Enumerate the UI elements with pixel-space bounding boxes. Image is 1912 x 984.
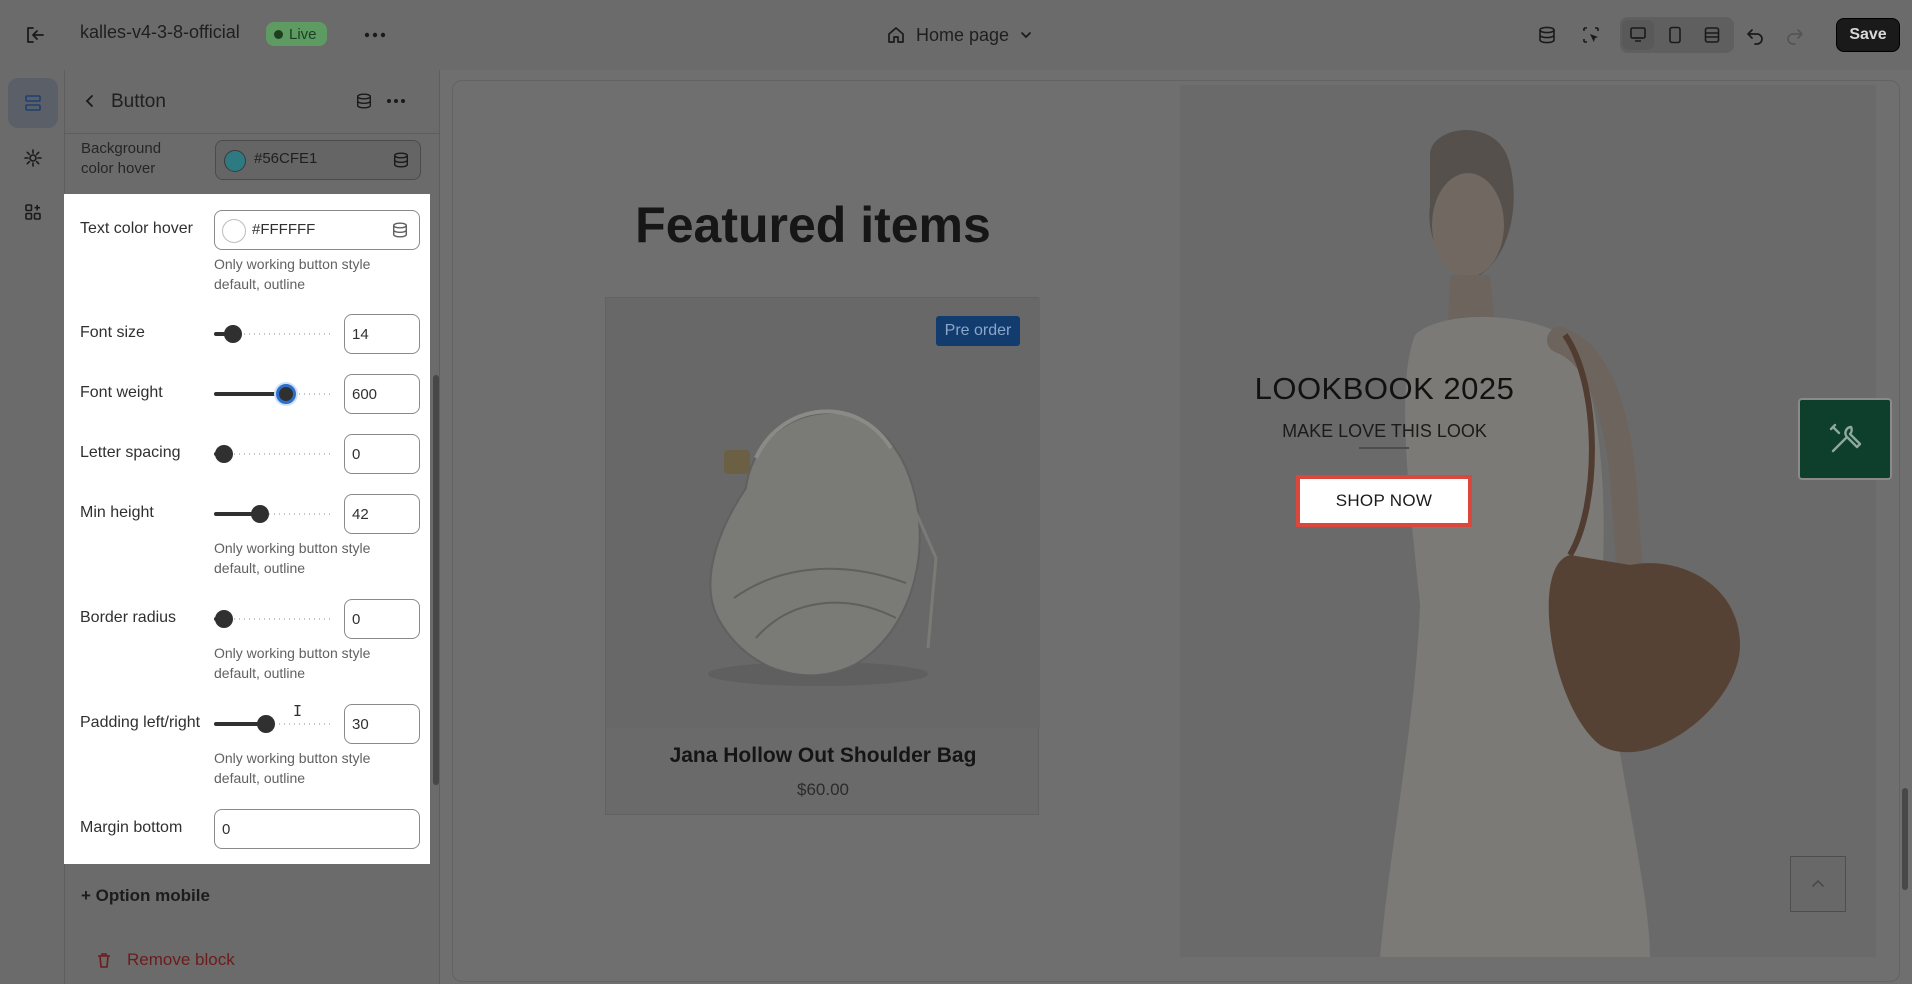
panel-scrollbar[interactable] — [433, 375, 439, 785]
color-swatch[interactable] — [224, 150, 246, 172]
slider-handle[interactable] — [256, 715, 275, 733]
letter-spacing-input[interactable]: 0 — [344, 434, 420, 474]
font-size-slider[interactable] — [214, 324, 334, 344]
pre-order-badge: Pre order — [936, 316, 1020, 346]
margin-bottom-input[interactable]: 0 — [214, 809, 420, 849]
help-text: Only working button style default, outli… — [214, 645, 371, 681]
remove-block-button[interactable]: Remove block — [95, 950, 235, 970]
featured-items-heading: Featured items — [635, 197, 991, 253]
help-text: Only working button style default, outli… — [214, 256, 371, 292]
padding-left-right-slider[interactable] — [214, 714, 334, 734]
arrow-left-icon[interactable] — [77, 88, 103, 114]
panel-header: Button — [65, 70, 439, 134]
canvas-scrollbar[interactable] — [1902, 788, 1908, 890]
font-size-input[interactable]: 14 — [344, 314, 420, 354]
redo-icon — [1780, 20, 1810, 50]
help-text: Only working button style default, outli… — [214, 750, 371, 786]
more-horizontal-icon[interactable] — [360, 20, 390, 50]
help-text: Only working button style default, outli… — [214, 540, 371, 576]
button-settings-popover: Text color hover #FFFFFF Only working bu… — [64, 194, 430, 864]
lookbook-title: LOOKBOOK 2025 — [1254, 371, 1515, 406]
lookbook-divider — [1359, 447, 1409, 449]
trash-icon — [98, 953, 110, 968]
border-radius-label: Border radius — [80, 609, 177, 626]
panel-title: Button — [111, 91, 166, 112]
lookbook-model-image — [1380, 130, 1740, 957]
live-status-badge: Live — [266, 22, 327, 46]
more-horizontal-icon[interactable] — [383, 88, 409, 114]
text-cursor-icon: I — [293, 702, 303, 720]
slider-handle[interactable] — [250, 505, 269, 523]
background-hover-value: #56CFE1 — [254, 150, 318, 167]
letter-spacing-slider[interactable] — [214, 444, 334, 464]
font-weight-label: Font weight — [80, 384, 163, 401]
sections-icon[interactable] — [8, 78, 58, 128]
save-button[interactable]: Save — [1836, 18, 1900, 52]
background-hover-field[interactable]: #56CFE1 — [215, 140, 421, 180]
undo-icon[interactable] — [1740, 20, 1770, 50]
product-name[interactable]: Jana Hollow Out Shoulder Bag — [606, 744, 1040, 768]
margin-bottom-label: Margin bottom — [80, 819, 183, 836]
gear-icon[interactable] — [8, 133, 58, 183]
page-selector-label: Home page — [916, 24, 1010, 45]
fullwidth-icon[interactable] — [1696, 20, 1728, 50]
font-size-label: Font size — [80, 324, 145, 341]
min-height-input[interactable]: 42 — [344, 494, 420, 534]
slider-handle[interactable] — [276, 384, 296, 404]
tools-icon[interactable] — [1798, 398, 1892, 480]
product-image[interactable] — [606, 298, 1040, 728]
color-swatch[interactable] — [222, 219, 246, 243]
inspector-icon[interactable] — [1576, 20, 1606, 50]
slider-handle[interactable] — [214, 610, 233, 628]
lookbook-banner: LOOKBOOK 2025 MAKE LOVE THIS LOOK SHOP N… — [1180, 85, 1876, 957]
chevron-up-icon[interactable] — [1790, 856, 1846, 912]
slider-handle[interactable] — [214, 445, 233, 463]
text-color-hover-value: #FFFFFF — [252, 221, 316, 238]
desktop-icon[interactable] — [1622, 20, 1654, 50]
remove-block-label: Remove block — [127, 950, 235, 969]
font-weight-input[interactable]: 600 — [344, 374, 420, 414]
live-badge-label: Live — [289, 25, 317, 43]
lookbook-subtitle: MAKE LOVE THIS LOOK — [1282, 421, 1487, 441]
left-rail — [0, 70, 64, 984]
option-mobile-toggle[interactable]: + Option mobile — [81, 886, 210, 906]
text-color-hover-field[interactable]: #FFFFFF — [214, 210, 420, 250]
product-price: $60.00 — [797, 780, 849, 799]
database-icon[interactable] — [1532, 20, 1562, 50]
live-dot-icon — [274, 29, 283, 39]
border-radius-slider[interactable] — [214, 609, 334, 629]
letter-spacing-label: Letter spacing — [80, 444, 181, 461]
shop-now-button[interactable]: SHOP NOW — [1296, 475, 1472, 527]
page-selector[interactable]: Home page — [886, 20, 1033, 50]
exit-icon[interactable] — [20, 20, 50, 50]
mobile-icon[interactable] — [1659, 20, 1691, 50]
top-bar: kalles-v4-3-8-official Live Home page Sa… — [0, 0, 1912, 70]
database-icon[interactable] — [391, 221, 409, 244]
chevron-down-icon — [1021, 32, 1031, 39]
home-icon — [888, 27, 904, 43]
font-weight-slider[interactable] — [214, 384, 334, 404]
text-color-hover-label: Text color hover — [80, 220, 193, 237]
database-icon[interactable] — [351, 88, 377, 114]
padding-left-right-label: Padding left/right — [80, 714, 201, 731]
product-card[interactable]: Pre order Jana Hollow Out Shoulder Bag $… — [605, 297, 1040, 815]
min-height-label: Min height — [80, 504, 154, 521]
background-hover-label: Background color hover — [81, 140, 162, 177]
preview-canvas: Featured items Pre order Jana Hollow Out… — [452, 80, 1900, 982]
store-name: kalles-v4-3-8-official — [80, 22, 240, 42]
padding-left-right-input[interactable]: 30 — [344, 704, 420, 744]
border-radius-input[interactable]: 0 — [344, 599, 420, 639]
min-height-slider[interactable] — [214, 504, 334, 524]
database-icon[interactable] — [392, 151, 410, 174]
apps-icon[interactable] — [8, 187, 58, 237]
slider-handle[interactable] — [224, 325, 243, 343]
